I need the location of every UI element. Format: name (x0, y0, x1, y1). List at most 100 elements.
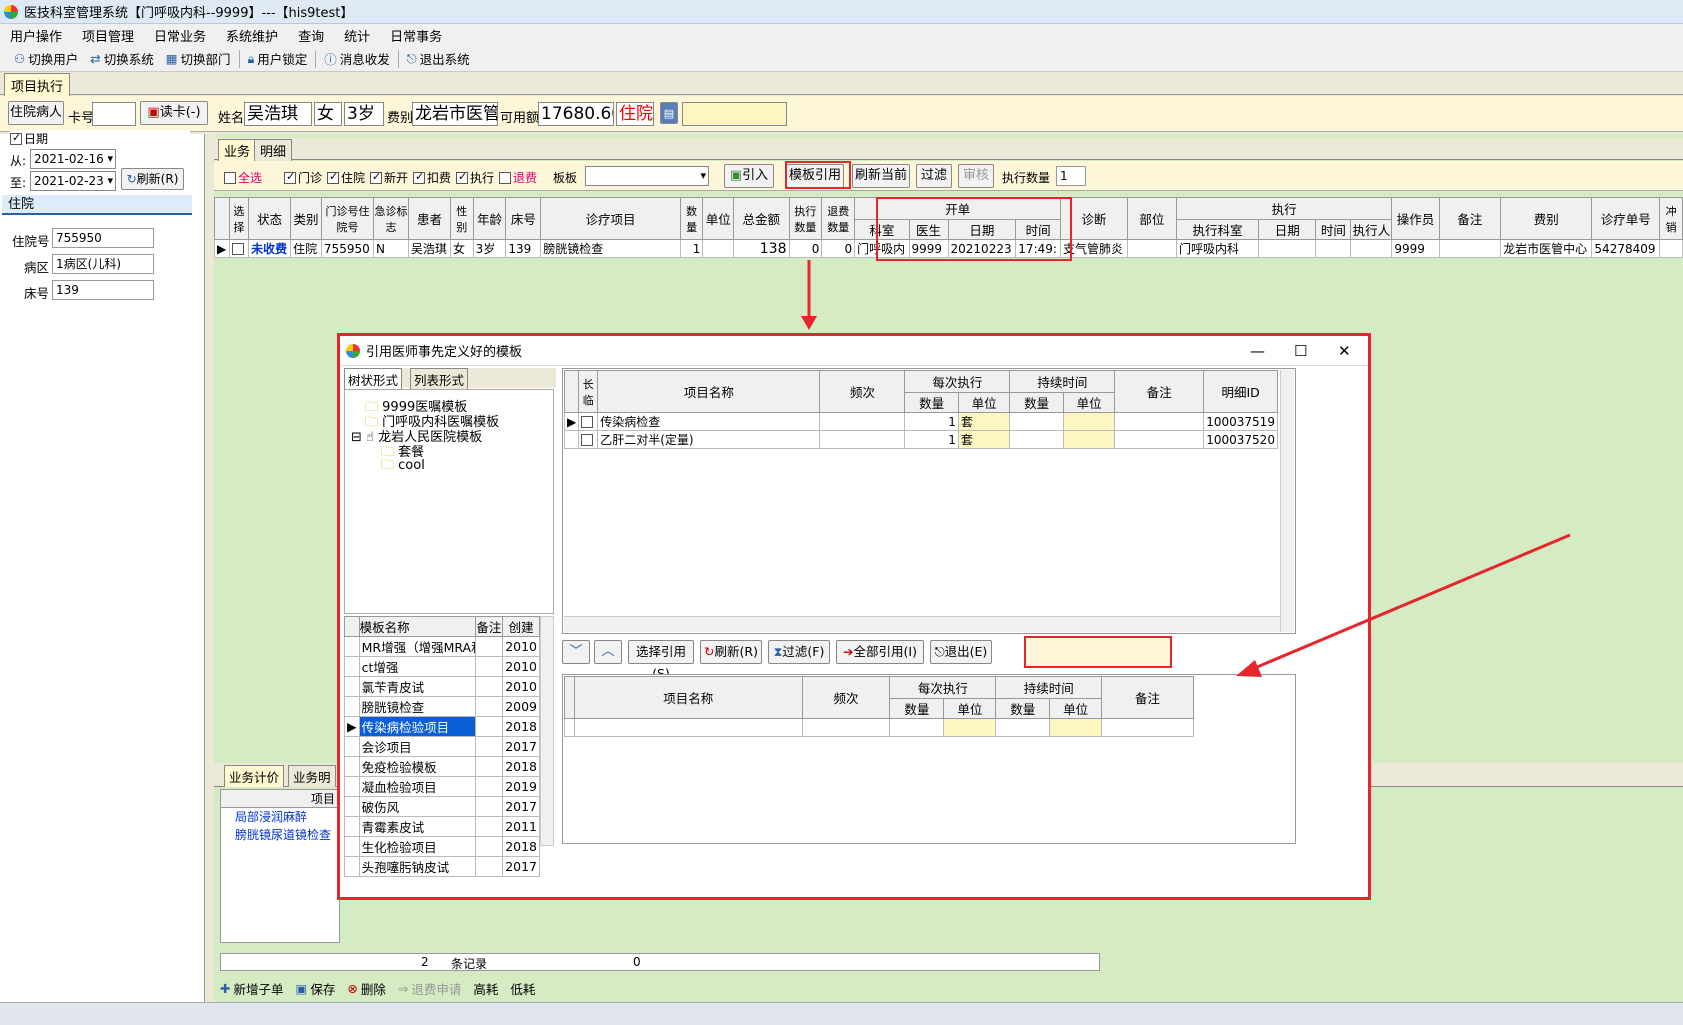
move-up-button[interactable]: ︿ (594, 640, 622, 664)
menu-daily-affairs[interactable]: 日常事务 (380, 26, 452, 45)
low-consumable-button[interactable]: 低耗 (504, 979, 541, 998)
calculator-icon[interactable]: ▤ (660, 102, 678, 124)
select-all-checkbox[interactable]: 全选 (224, 169, 262, 186)
menu-user-ops[interactable]: 用户操作 (0, 26, 72, 45)
checkbox-icon (581, 433, 594, 446)
switch-system-button[interactable]: ⇄ 切换系统 (84, 49, 160, 68)
new-checkbox[interactable]: 新开 (370, 169, 408, 186)
card-input[interactable] (92, 102, 136, 126)
new-sub-button[interactable]: ✚ 新增子单 (214, 979, 290, 998)
filter-button[interactable]: 过滤 (916, 164, 952, 188)
table-row[interactable]: 凝血检验项目 2019 (344, 776, 540, 797)
table-row[interactable]: 免疫检验模板 2018 (344, 756, 540, 777)
admission-no-field[interactable]: 755950 (52, 228, 154, 248)
switch-dept-button[interactable]: ▦ 切换部门 (160, 49, 237, 68)
switch-user-button[interactable]: ⚇ 切换用户 (8, 49, 84, 68)
cell-template-created: 2010 (502, 676, 540, 697)
tab-business-pricing[interactable]: 业务计价 (224, 765, 285, 787)
exec-count-field[interactable]: 1 (1056, 166, 1086, 186)
items-vertical-scrollbar[interactable] (1280, 370, 1294, 632)
row-select-checkbox[interactable] (228, 239, 250, 258)
items-horizontal-scrollbar[interactable] (564, 616, 1280, 632)
lock-user-button[interactable]: 🔒︎ 用户锁定 (242, 49, 314, 68)
exit-system-button[interactable]: ⎋ 退出系统 (401, 49, 476, 68)
to-date-picker[interactable]: 2021-02-23 (30, 171, 116, 191)
table-row[interactable]: 生化检验项目 2018 (344, 836, 540, 857)
maximize-icon[interactable]: ☐ (1294, 342, 1307, 360)
table-row[interactable]: 乙肝二对半(定量) 1 套 100037520 (563, 430, 1278, 449)
refund-checkbox[interactable]: 退费 (499, 169, 537, 186)
tab-business-detail[interactable]: 业务明 (288, 765, 336, 787)
menu-item-mgmt[interactable]: 项目管理 (72, 26, 144, 45)
table-row[interactable] (564, 718, 1194, 737)
all-ref-button[interactable]: ➔全部引用(I) (836, 640, 924, 664)
checkbox-icon (413, 170, 425, 184)
tab-list-view[interactable]: 列表形式 (410, 368, 469, 390)
collapse-icon: ⊟ (351, 430, 362, 445)
refresh-current-button[interactable]: 刷新当前 (852, 164, 910, 188)
refresh-button[interactable]: ↻刷新(R) (121, 168, 184, 190)
col-unit: 单位 (702, 197, 735, 240)
select-ref-button[interactable]: 选择引用(S) (628, 640, 694, 681)
patient-type-button[interactable]: 住院病人 (8, 101, 64, 125)
high-consumable-button[interactable]: 高耗 (467, 979, 504, 998)
table-row[interactable]: ct增强 2010 (344, 656, 540, 677)
template-select[interactable] (585, 166, 709, 186)
ward-field[interactable]: 1病区(儿科) (52, 254, 154, 274)
col-duration-qty: 数量 (1009, 392, 1064, 413)
delete-button[interactable]: ⊗ 删除 (341, 979, 392, 998)
messages-button[interactable]: ⓘ 消息收发 (318, 49, 396, 68)
dialog-exit-button[interactable]: ⎋退出(E) (930, 640, 992, 664)
move-down-button[interactable]: ﹀ (562, 640, 590, 664)
charge-checkbox[interactable]: 扣费 (413, 169, 451, 186)
from-date-picker[interactable]: 2021-02-16 (30, 149, 116, 169)
checkbox-icon (10, 131, 22, 145)
inpatient-checkbox[interactable]: 住院 (327, 169, 365, 186)
tab-business[interactable]: 业务 (218, 139, 257, 161)
template-ref-button[interactable]: 模板引用 (786, 164, 844, 188)
close-icon[interactable]: ✕ (1338, 342, 1351, 360)
bed-field[interactable]: 139 (52, 280, 154, 300)
cell-template-remark (474, 656, 504, 677)
table-row[interactable]: 破伤风 2017 (344, 796, 540, 817)
tab-detail[interactable]: 明细 (254, 139, 293, 161)
col-duration-unit: 单位 (1062, 392, 1116, 413)
cell-total: 138 (733, 239, 790, 258)
menu-query[interactable]: 查询 (288, 26, 334, 45)
table-row[interactable]: ▶ 传染病检验项目 2018 (344, 716, 540, 737)
date-filter-checkbox[interactable]: 日期 (10, 130, 48, 147)
dialog-filter-button[interactable]: ⧗过滤(F) (768, 640, 830, 664)
table-row[interactable]: 会诊项目 2017 (344, 736, 540, 757)
table-row[interactable]: 氯苄青皮试 2010 (344, 676, 540, 697)
table-row[interactable]: 膀胱镜检查 2009 (344, 696, 540, 717)
dialog-refresh-button[interactable]: ↻刷新(R) (700, 640, 762, 664)
list-item[interactable]: 膀胱镜尿道镜检查 (221, 826, 339, 844)
read-card-button[interactable]: ▣读卡(-) (140, 101, 208, 125)
import-button[interactable]: ▣引入 (724, 164, 774, 188)
menu-daily-business[interactable]: 日常业务 (144, 26, 216, 45)
refund-apply-button[interactable]: ⇒ 退费申请 (392, 979, 468, 998)
row-checkbox[interactable] (578, 412, 599, 431)
template-list-scrollbar[interactable] (540, 616, 554, 846)
checkbox-icon (370, 170, 382, 184)
cell-template-name: 生化检验项目 (358, 836, 476, 857)
table-row[interactable]: ▶ 未收费 住院 755950 N 吴浩琪 女 3岁 139 膀胱镜检查 1 1… (214, 239, 1683, 258)
table-row[interactable]: 青霉素皮试 2011 (344, 816, 540, 837)
menu-statistics[interactable]: 统计 (334, 26, 380, 45)
audit-button[interactable]: 审核 (958, 164, 994, 188)
outpatient-checkbox[interactable]: 门诊 (284, 169, 322, 186)
minimize-icon[interactable]: — (1250, 342, 1265, 360)
cell-clinic-no: 755950 (320, 239, 375, 258)
dialog-title-bar: 引用医师事先定义好的模板 — ☐ ✕ (340, 336, 1368, 366)
table-row[interactable]: MR增强（增强MRA和) 2010 (344, 636, 540, 657)
tab-item-execution[interactable]: 项目执行 (4, 73, 71, 97)
row-checkbox[interactable] (578, 430, 599, 449)
execute-checkbox[interactable]: 执行 (456, 169, 494, 186)
tab-tree-view[interactable]: 树状形式 (344, 368, 403, 390)
save-button[interactable]: ▣ 保存 (290, 979, 342, 998)
table-row[interactable]: 头孢噻肟钠皮试 2017 (344, 856, 540, 877)
menu-system-maintenance[interactable]: 系统维护 (216, 26, 288, 45)
tree-node-cool[interactable]: 🗀︎ cool (381, 456, 425, 478)
list-item[interactable]: 局部浸润麻醉 (221, 808, 339, 826)
table-row[interactable]: ▶ 传染病检查 1 套 100037519 (563, 412, 1278, 431)
